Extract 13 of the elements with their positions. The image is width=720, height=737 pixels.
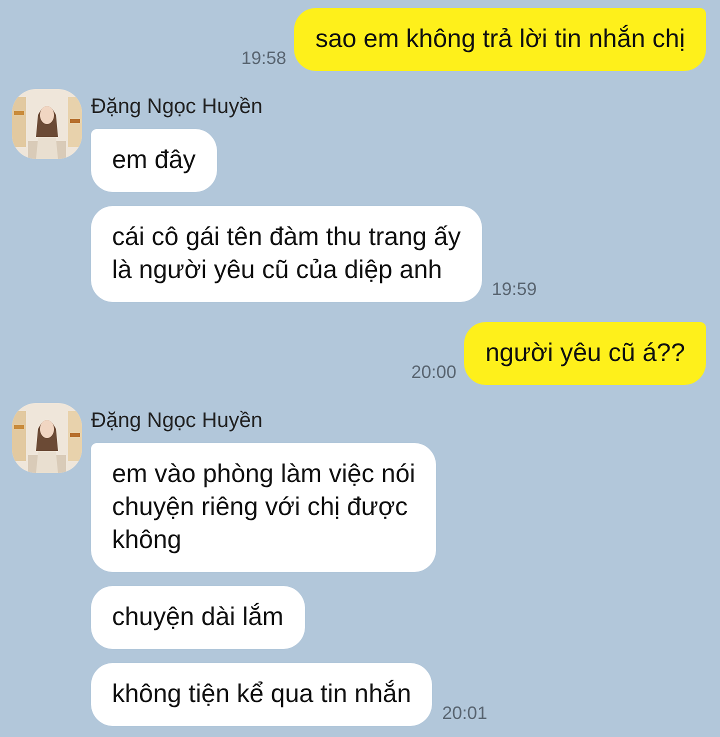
message-bubble: em đây [91,129,217,192]
message-bubble: chuyện dài lắm [91,586,305,649]
message-bubble: người yêu cũ á?? [464,322,706,385]
sender-name: Đặng Ngọc Huyền [91,409,264,433]
message-time: 20:01 [442,703,488,725]
message-time: 19:59 [492,279,537,301]
message-time: 20:00 [411,362,456,384]
sender-name: Đặng Ngọc Huyền [91,95,264,119]
message-bubble: không tiện kể qua tin nhắn [91,663,432,726]
message-bubble: sao em không trả lời tin nhắn chị [294,8,706,71]
message-bubble: cái cô gái tên đàm thu trang ấy là người yêu cũ của diệp anh [91,206,482,302]
message-bubble: em vào phòng làm việc nói chuyện riêng với chị được không [91,443,436,572]
message-time: 19:58 [241,48,286,70]
